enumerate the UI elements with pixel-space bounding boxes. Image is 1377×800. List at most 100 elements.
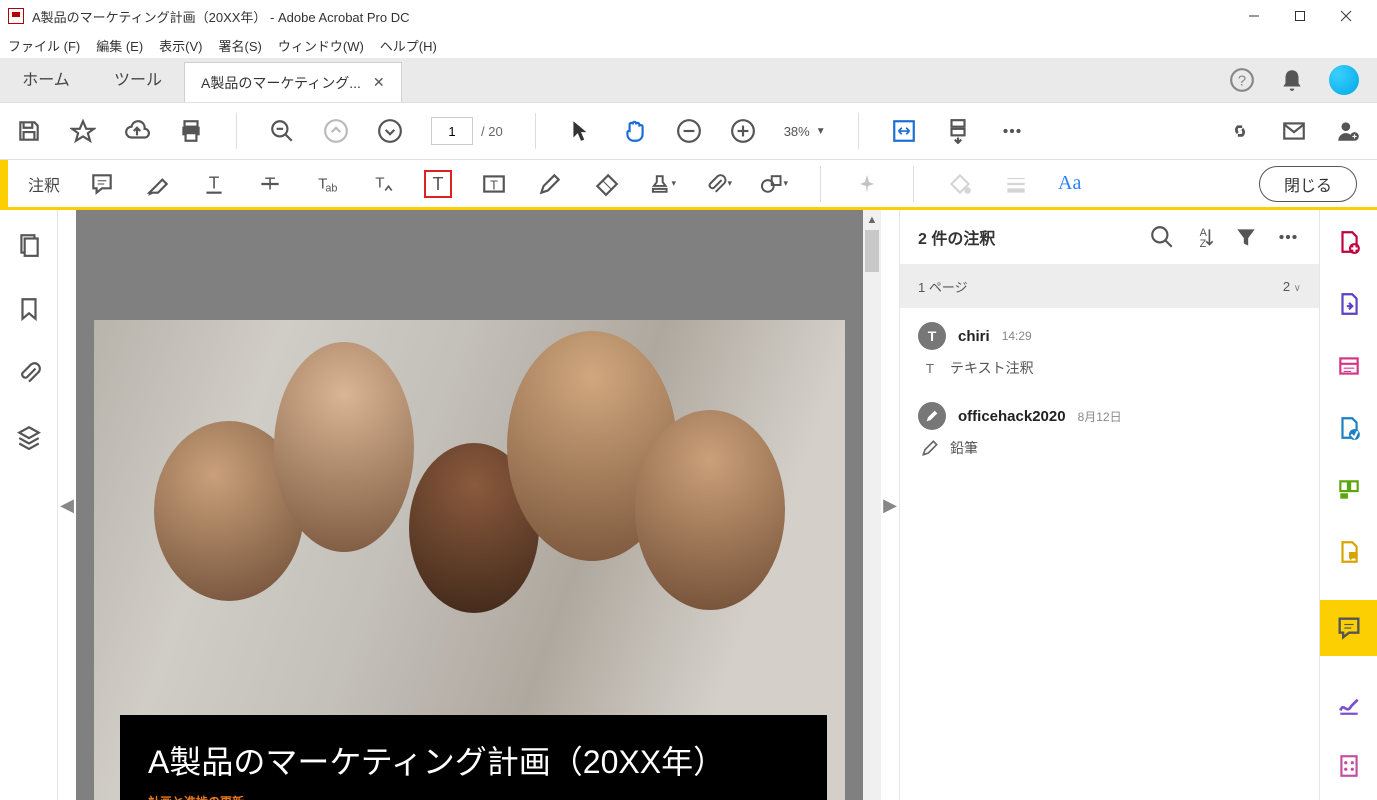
- stamp-tool-icon[interactable]: ▾: [648, 170, 676, 198]
- menu-help[interactable]: ヘルプ(H): [380, 36, 437, 55]
- tab-home[interactable]: ホーム: [0, 54, 92, 102]
- text-box-tool-icon[interactable]: T: [480, 170, 508, 198]
- comment-time: 14:29: [1002, 329, 1032, 343]
- zoom-dropdown[interactable]: 38%▼: [784, 124, 826, 139]
- hand-tool-icon[interactable]: [622, 118, 648, 144]
- zoom-out-icon[interactable]: [676, 118, 702, 144]
- menu-file[interactable]: ファイル (F): [8, 36, 80, 55]
- send-for-comments-icon[interactable]: [1335, 538, 1363, 566]
- fit-width-icon[interactable]: [891, 118, 917, 144]
- cloud-upload-icon[interactable]: [124, 118, 150, 144]
- replace-text-tool-icon[interactable]: Tab: [312, 170, 340, 198]
- insert-text-tool-icon[interactable]: T: [368, 170, 396, 198]
- comment-item[interactable]: officehack2020 8月12日 鉛筆: [900, 388, 1319, 468]
- more-tools-icon[interactable]: [999, 118, 1025, 144]
- search-comments-icon[interactable]: [1149, 224, 1175, 250]
- attach-tool-icon[interactable]: ▾: [704, 170, 732, 198]
- comments-page-group[interactable]: 1 ページ 2 ∨: [900, 264, 1319, 308]
- share-link-icon[interactable]: [1227, 118, 1253, 144]
- svg-text:?: ?: [1238, 72, 1246, 89]
- comment-user: officehack2020: [958, 408, 1066, 425]
- drawing-tools-icon[interactable]: ▾: [760, 170, 788, 198]
- save-icon[interactable]: [16, 118, 42, 144]
- page-input[interactable]: [431, 117, 473, 145]
- menubar: ファイル (F) 編集 (E) 表示(V) 署名(S) ウィンドウ(W) ヘルプ…: [0, 32, 1377, 58]
- fill-color-icon[interactable]: [946, 170, 974, 198]
- comment-type: 鉛筆: [950, 438, 978, 458]
- text-properties-button[interactable]: Aa: [1058, 172, 1081, 195]
- close-window-button[interactable]: [1323, 0, 1369, 32]
- add-text-tool-icon[interactable]: T: [424, 170, 452, 198]
- tab-tools[interactable]: ツール: [92, 54, 184, 102]
- layers-icon[interactable]: [16, 424, 42, 450]
- strikethrough-tool-icon[interactable]: T: [256, 170, 284, 198]
- doc-title: A製品のマーケティング計画（20XX年）: [148, 737, 799, 783]
- pencil-annotation-badge-icon: [918, 402, 946, 430]
- filter-comments-icon[interactable]: [1233, 224, 1259, 250]
- comments-panel: 2 件の注釈 AZ 1 ページ 2 ∨ T chiri 14:29 T テキスト…: [899, 210, 1319, 800]
- star-icon[interactable]: [70, 118, 96, 144]
- prev-page-icon[interactable]: [323, 118, 349, 144]
- maximize-button[interactable]: [1277, 0, 1323, 32]
- document-view[interactable]: A製品のマーケティング計画（20XX年） 計画と進捗の更新 ▲: [76, 210, 881, 800]
- thumbnails-icon[interactable]: [16, 232, 42, 258]
- svg-text:ab: ab: [325, 182, 337, 194]
- eraser-tool-icon[interactable]: [592, 170, 620, 198]
- comment-item[interactable]: T chiri 14:29 T テキスト注釈: [900, 308, 1319, 388]
- minimize-button[interactable]: [1231, 0, 1277, 32]
- zoom-value: 38%: [784, 124, 810, 139]
- user-avatar[interactable]: [1329, 65, 1359, 95]
- menu-edit[interactable]: 編集 (E): [96, 36, 143, 55]
- find-icon[interactable]: [269, 118, 295, 144]
- page-indicator: / 20: [431, 117, 503, 145]
- prev-page-arrow[interactable]: ◀: [58, 210, 76, 800]
- menu-view[interactable]: 表示(V): [159, 36, 202, 55]
- title-overlay: A製品のマーケティング計画（20XX年） 計画と進捗の更新: [120, 715, 827, 800]
- notifications-icon[interactable]: [1279, 67, 1305, 93]
- create-pdf-icon[interactable]: [1335, 228, 1363, 256]
- line-width-icon[interactable]: [1002, 170, 1030, 198]
- svg-text:T: T: [490, 177, 498, 192]
- right-tool-rail: [1319, 210, 1377, 800]
- pin-tool-icon[interactable]: [853, 170, 881, 198]
- request-signatures-icon[interactable]: [1335, 414, 1363, 442]
- help-icon[interactable]: ?: [1229, 67, 1255, 93]
- fill-sign-icon[interactable]: [1335, 690, 1363, 718]
- sort-comments-icon[interactable]: AZ: [1191, 224, 1217, 250]
- menu-window[interactable]: ウィンドウ(W): [278, 36, 364, 55]
- print-icon[interactable]: [178, 118, 204, 144]
- annotation-label: 注釈: [8, 172, 80, 196]
- sticky-note-tool-icon[interactable]: [88, 170, 116, 198]
- selection-tool-icon[interactable]: [568, 118, 594, 144]
- attachments-icon[interactable]: [16, 360, 42, 386]
- close-annotation-button[interactable]: 閉じる: [1259, 166, 1357, 202]
- add-reviewer-icon[interactable]: [1335, 118, 1361, 144]
- comments-options-icon[interactable]: [1275, 224, 1301, 250]
- doctab-label: A製品のマーケティング...: [201, 73, 361, 93]
- close-tab-icon[interactable]: ✕: [373, 74, 385, 91]
- email-icon[interactable]: [1281, 118, 1307, 144]
- titlebar: A製品のマーケティング計画（20XX年） - Adobe Acrobat Pro…: [0, 0, 1377, 32]
- next-page-icon[interactable]: [377, 118, 403, 144]
- pencil-tool-icon[interactable]: [536, 170, 564, 198]
- svg-text:T: T: [209, 172, 220, 192]
- underline-tool-icon[interactable]: T: [200, 170, 228, 198]
- comment-time: 8月12日: [1078, 408, 1122, 425]
- zoom-in-icon[interactable]: [730, 118, 756, 144]
- comment-tool-active[interactable]: [1320, 600, 1377, 656]
- svg-text:T: T: [433, 174, 444, 194]
- comments-count: 2 件の注釈: [918, 225, 1133, 249]
- bookmarks-icon[interactable]: [16, 296, 42, 322]
- more-tools-rail-icon[interactable]: [1335, 752, 1363, 780]
- tabbar: ホーム ツール A製品のマーケティング... ✕ ?: [0, 58, 1377, 102]
- edit-pdf-icon[interactable]: [1335, 352, 1363, 380]
- organize-pages-icon[interactable]: [1335, 476, 1363, 504]
- next-page-arrow[interactable]: ▶: [881, 210, 899, 800]
- menu-sign[interactable]: 署名(S): [219, 36, 262, 55]
- svg-text:T: T: [375, 174, 384, 191]
- export-pdf-icon[interactable]: [1335, 290, 1363, 318]
- vertical-scrollbar[interactable]: ▲: [863, 210, 881, 800]
- scroll-mode-icon[interactable]: [945, 118, 971, 144]
- highlight-tool-icon[interactable]: [144, 170, 172, 198]
- tab-document[interactable]: A製品のマーケティング... ✕: [184, 62, 402, 102]
